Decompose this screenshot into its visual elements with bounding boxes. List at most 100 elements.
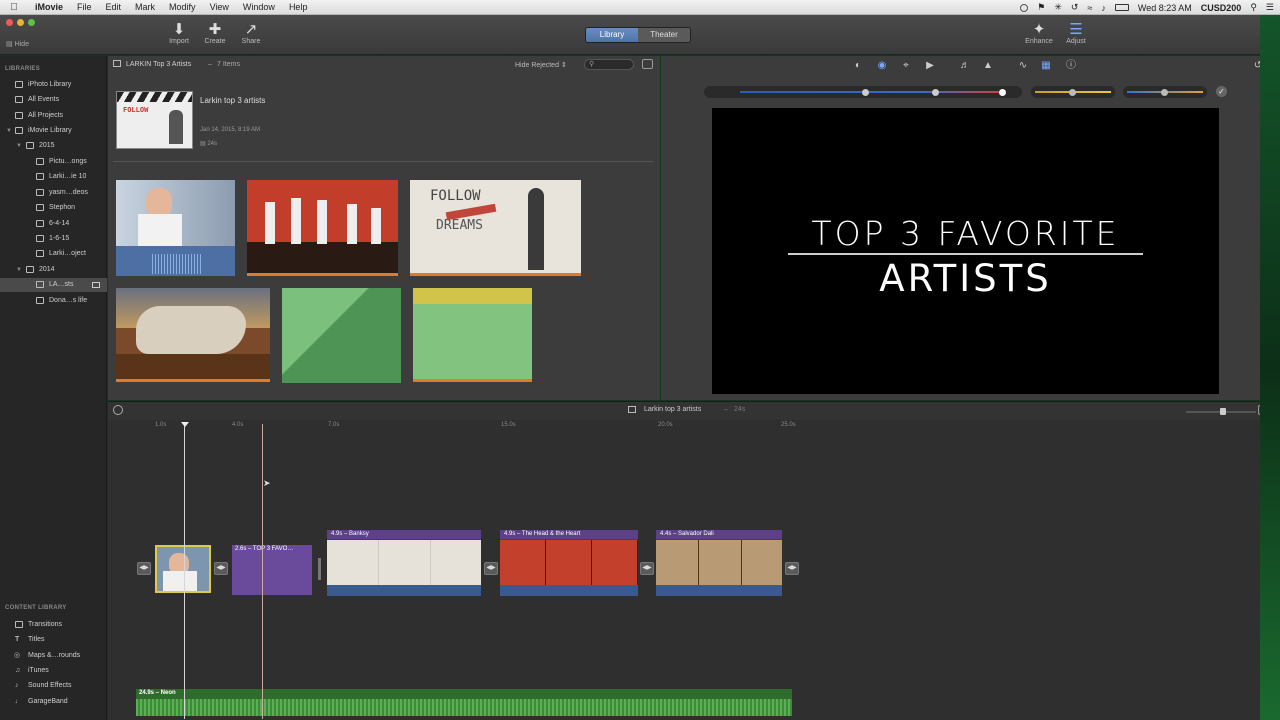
close-window-button[interactable]: [6, 19, 13, 26]
menu-help[interactable]: Help: [282, 2, 315, 12]
clip-thumbnail-audio-yellow[interactable]: [413, 288, 532, 382]
noise-reduction-icon[interactable]: ▲: [981, 59, 995, 73]
sidebar-item-donald-life[interactable]: Dona…s life: [0, 294, 107, 308]
crop-icon[interactable]: ⌖: [899, 59, 913, 73]
sidebar-item-2015[interactable]: ▼ 2015: [0, 139, 107, 153]
zoom-window-button[interactable]: [28, 19, 35, 26]
volume-icon[interactable]: ♬: [958, 59, 972, 73]
skimmer-line[interactable]: [184, 424, 185, 719]
sidebar-item-larkin-artists[interactable]: LA…sts: [0, 278, 107, 292]
timeline-clip-banksy[interactable]: 4.9s – Banksy: [327, 530, 481, 596]
sidebar-item-transitions[interactable]: Transitions: [0, 618, 107, 632]
zoom-knob[interactable]: [1220, 408, 1226, 415]
clip-thumbnail-band[interactable]: [247, 180, 398, 276]
settings-icon[interactable]: [113, 405, 123, 415]
transition-icon[interactable]: ◀▶: [484, 562, 498, 575]
playhead-line[interactable]: [262, 424, 263, 719]
import-button[interactable]: ⬇ Import: [164, 22, 194, 46]
sidebar-item-pictures-songs[interactable]: Pictu…ongs: [0, 155, 107, 169]
transition-icon[interactable]: ◀▶: [214, 562, 228, 575]
menu-modify[interactable]: Modify: [162, 2, 203, 12]
timeline-clip-head-and-heart[interactable]: 4.9s – The Head & the Heart: [500, 530, 638, 596]
sidebar-item-larkin-movie[interactable]: Larki…ie 10: [0, 170, 107, 184]
spotlight-icon[interactable]: ⚲: [1250, 2, 1257, 13]
user-name[interactable]: CUSD200: [1201, 3, 1242, 13]
clip-thumbnail-audio-green[interactable]: [282, 288, 401, 383]
sidebar-item-iphoto-library[interactable]: iPhoto Library: [0, 78, 107, 92]
sidebar-item-maps-backgrounds[interactable]: ◎ Maps &…rounds: [0, 649, 107, 663]
adjust-button[interactable]: ☰ Adjust: [1060, 22, 1092, 46]
sidebar-item-stephon[interactable]: Stephon: [0, 201, 107, 215]
slider-knob[interactable]: [999, 89, 1006, 96]
playhead-marker-icon[interactable]: [181, 422, 189, 427]
sidebar-item-itunes[interactable]: ♫ iTunes: [0, 664, 107, 678]
clip-thumbnail-dali[interactable]: [116, 288, 270, 382]
saturation-slider[interactable]: [1031, 86, 1115, 98]
clip-gap-handle[interactable]: [318, 558, 321, 580]
exposure-slider[interactable]: [704, 86, 1022, 98]
sidebar-item-imovie-library[interactable]: ▼ iMovie Library: [0, 124, 107, 138]
sidebar-item-garageband[interactable]: ♩ GarageBand: [0, 695, 107, 709]
bluetooth-icon[interactable]: ✳: [1054, 2, 1062, 13]
notification-icon[interactable]: ☰: [1266, 2, 1274, 13]
timeline-clip-presenter[interactable]: [155, 545, 211, 593]
search-input[interactable]: ⚲: [584, 59, 634, 70]
sidebar-item-larkin-project[interactable]: Larki…oject: [0, 247, 107, 261]
video-preview[interactable]: TOP 3 FAVORITE ARTISTS: [712, 108, 1219, 394]
menu-view[interactable]: View: [203, 2, 236, 12]
clip-filter-icon[interactable]: ▦: [1039, 59, 1053, 73]
sidebar-item-sound-effects[interactable]: ♪ Sound Effects: [0, 679, 107, 693]
menu-mark[interactable]: Mark: [128, 2, 162, 12]
hide-libraries-button[interactable]: ▤ Hide: [6, 40, 29, 48]
tab-theater[interactable]: Theater: [638, 28, 690, 42]
menu-file[interactable]: File: [70, 2, 99, 12]
slider-knob[interactable]: [862, 89, 869, 96]
menu-edit[interactable]: Edit: [99, 2, 129, 12]
apply-icon[interactable]: ✓: [1216, 86, 1227, 97]
sidebar-item-1-6-15[interactable]: 1-6-15: [0, 232, 107, 246]
slider-knob[interactable]: [932, 89, 939, 96]
timeline-clip-salvador-dali[interactable]: 4.4s – Salvador Dali: [656, 530, 782, 596]
time-machine-icon[interactable]: ↺: [1071, 2, 1079, 13]
create-button[interactable]: ✚ Create: [200, 22, 230, 46]
disclosure-triangle-icon[interactable]: ▼: [16, 139, 22, 153]
minimize-window-button[interactable]: [17, 19, 24, 26]
transition-icon[interactable]: ◀▶: [785, 562, 799, 575]
clip-thumbnail-banksy[interactable]: FOLLOW DREAMS: [410, 180, 581, 276]
color-balance-icon[interactable]: ◐: [851, 59, 865, 73]
clip-thumbnail-presenter[interactable]: [116, 180, 235, 276]
battery-icon[interactable]: [1114, 4, 1129, 11]
slider-knob[interactable]: [1069, 89, 1076, 96]
disclosure-triangle-icon[interactable]: ▼: [16, 263, 22, 277]
tab-library[interactable]: Library: [586, 28, 638, 42]
event-thumbnail[interactable]: FOLLOW: [116, 91, 193, 149]
hide-rejected-popup[interactable]: Hide Rejected ⇕: [515, 61, 567, 69]
sidebar-item-6-4-14[interactable]: 6-4-14: [0, 217, 107, 231]
speed-icon[interactable]: ∿: [1016, 59, 1030, 73]
timeline-clip-title[interactable]: 2.6s – TOP 3 FAVO…: [232, 545, 312, 595]
transition-icon[interactable]: ◀▶: [640, 562, 654, 575]
menu-app[interactable]: iMovie: [28, 2, 70, 12]
transition-icon[interactable]: ◀▶: [137, 562, 151, 575]
color-correction-icon[interactable]: ◉: [875, 59, 889, 73]
slider-knob[interactable]: [1161, 89, 1168, 96]
flag-icon[interactable]: ⚑: [1037, 2, 1045, 13]
stabilization-icon[interactable]: ▶: [923, 59, 937, 73]
timeline-audio-clip[interactable]: 24.9s – Neon: [136, 689, 792, 716]
sidebar-item-all-events[interactable]: All Events: [0, 93, 107, 107]
menu-window[interactable]: Window: [236, 2, 282, 12]
temperature-slider[interactable]: [1123, 86, 1207, 98]
share-button[interactable]: ↗ Share: [236, 22, 266, 46]
zoom-slider[interactable]: [1186, 408, 1256, 415]
clip-appearance-icon[interactable]: [642, 59, 653, 69]
apple-menu-icon[interactable]: : [0, 2, 28, 13]
record-status-icon[interactable]: [1020, 3, 1029, 12]
sidebar-item-2014[interactable]: ▼ 2014: [0, 263, 107, 277]
sidebar-item-yasmin-videos[interactable]: yasm…deos: [0, 186, 107, 200]
volume-icon[interactable]: ♪: [1101, 3, 1106, 13]
sidebar-item-titles[interactable]: T Titles: [0, 633, 107, 647]
enhance-button[interactable]: ✦ Enhance: [1022, 22, 1056, 46]
wifi-icon[interactable]: ≈: [1087, 3, 1092, 13]
clock[interactable]: Wed 8:23 AM: [1138, 3, 1192, 13]
disclosure-triangle-icon[interactable]: ▼: [6, 124, 12, 138]
